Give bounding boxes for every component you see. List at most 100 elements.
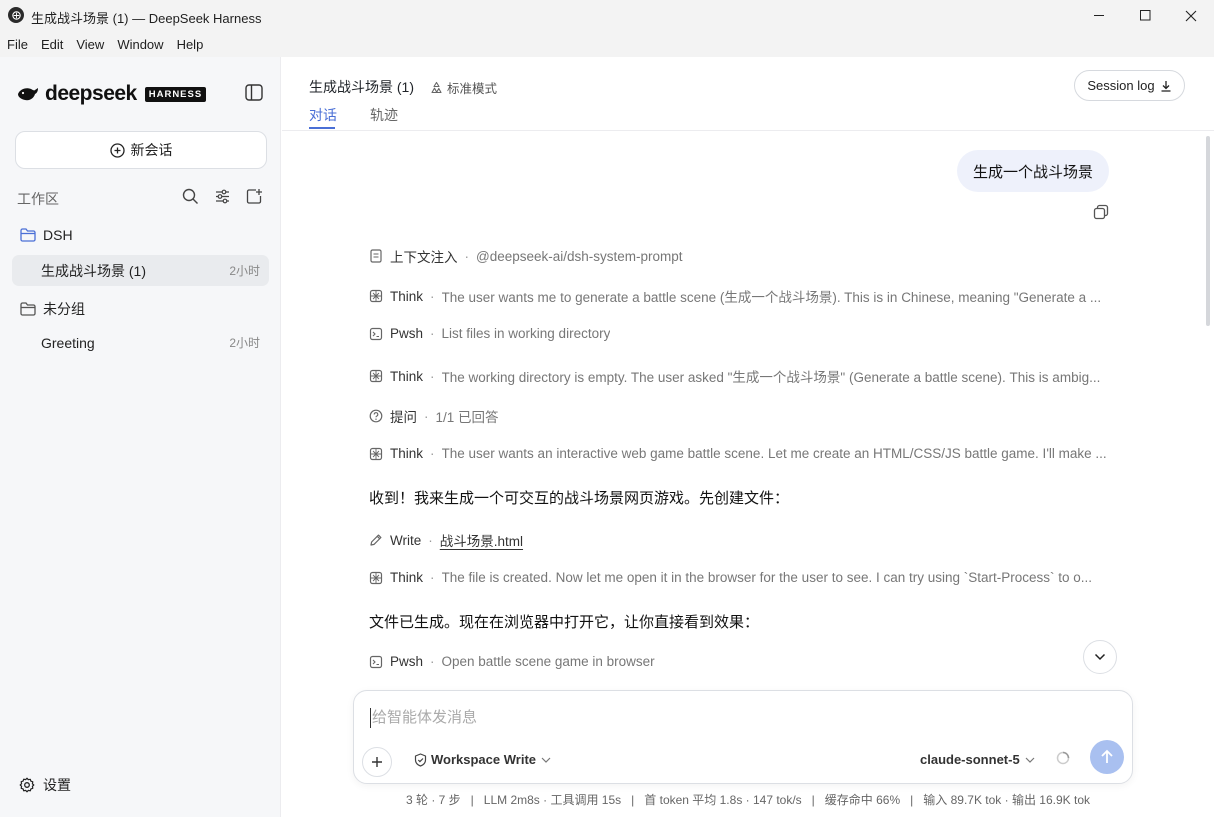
search-icon — [182, 188, 198, 204]
loading-ring-icon — [1056, 751, 1070, 765]
assistant-message: 文件已生成。现在在浏览器中打开它，让你直接看到效果： — [369, 614, 760, 631]
group-dsh[interactable]: DSH — [20, 227, 73, 243]
model-select[interactable]: claude-sonnet-5 — [920, 752, 1035, 767]
mode-label: 标准模式 — [447, 82, 498, 96]
send-button[interactable] — [1090, 740, 1124, 774]
title-bar: 生成战斗场景 (1) — DeepSeek Harness — [0, 0, 1214, 31]
session-log-label: Session log — [1087, 78, 1155, 93]
think-icon — [369, 369, 383, 383]
chevron-down-icon — [1094, 653, 1106, 661]
step-kind: 提问 — [390, 410, 417, 425]
page-title: 生成战斗场景 (1) — [309, 79, 414, 95]
maximize-button[interactable] — [1122, 0, 1168, 31]
step-think[interactable]: Think · The file is created. Now let me o… — [369, 570, 1129, 585]
copy-button[interactable] — [1093, 204, 1109, 225]
step-detail: The file is created. Now let me open it … — [441, 570, 1093, 585]
menu-view[interactable]: View — [76, 37, 104, 52]
folder-icon — [20, 228, 36, 242]
step-write[interactable]: Write · 战斗场景.html — [369, 530, 1129, 550]
group-name: DSH — [43, 227, 73, 243]
step-detail: @deepseek-ai/dsh-system-prompt — [476, 248, 683, 264]
question-icon — [369, 409, 383, 423]
context-usage-indicator — [1056, 751, 1070, 770]
new-chat-label: 新会话 — [130, 142, 173, 158]
folder-icon — [20, 302, 36, 316]
message-input[interactable]: 给智能体发消息 — [370, 708, 477, 728]
window-title: 生成战斗场景 (1) — DeepSeek Harness — [31, 11, 262, 26]
step-kind: Think — [390, 288, 424, 304]
workspace-label: 工作区 — [17, 191, 59, 207]
folder-plus-icon — [246, 189, 262, 204]
permission-select[interactable]: Workspace Write — [414, 752, 555, 767]
download-icon — [1161, 80, 1171, 92]
assistant-message: 收到！我来生成一个可交互的战斗场景网页游戏。先创建文件： — [369, 490, 790, 507]
group-name: 未分组 — [43, 301, 85, 317]
plus-icon — [372, 757, 382, 767]
plus-circle-icon — [109, 142, 125, 158]
sliders-icon — [216, 189, 229, 204]
step-detail: The user wants an interactive web game b… — [441, 446, 1107, 461]
gear-icon — [19, 777, 35, 793]
conversation-title: Greeting — [41, 334, 95, 351]
step-think[interactable]: Think · The working directory is empty. T… — [369, 366, 1129, 386]
step-question[interactable]: 提问 · 1/1 已回答 — [369, 406, 1129, 426]
settings-label: 设置 — [43, 777, 71, 793]
conversation-item[interactable]: 生成战斗场景 (1) 2小时 — [12, 255, 269, 286]
conversation-item[interactable]: Greeting 2小时 — [12, 327, 269, 358]
recycle-icon — [431, 81, 442, 94]
close-button[interactable] — [1168, 0, 1214, 31]
menu-file[interactable]: File — [7, 37, 28, 52]
user-message-text: 生成一个战斗场景 — [973, 163, 1094, 181]
conversation-time: 2小时 — [229, 336, 260, 350]
app-icon — [8, 7, 24, 23]
conversation-time: 2小时 — [229, 264, 260, 278]
filter-button[interactable] — [214, 188, 231, 210]
step-think[interactable]: Think · The user wants me to generate a b… — [369, 286, 1129, 306]
think-icon — [369, 447, 383, 460]
sidebar: deepseek HARNESS 新会话 工作区 DSH 生成战斗场景 (1) … — [0, 57, 281, 817]
search-button[interactable] — [182, 188, 199, 210]
minimize-button[interactable] — [1076, 0, 1122, 31]
logo-text: deepseek — [45, 82, 137, 105]
step-kind: Think — [390, 368, 424, 384]
step-detail: List files in working directory — [441, 326, 611, 341]
scroll-to-bottom-button[interactable] — [1083, 640, 1117, 674]
new-chat-button[interactable]: 新会话 — [15, 131, 267, 169]
toggle-sidebar-button[interactable] — [245, 84, 263, 106]
session-log-button[interactable]: Session log — [1074, 70, 1185, 101]
mode-indicator[interactable]: 标准模式 — [430, 78, 497, 97]
sidebar-toggle-icon — [245, 84, 263, 101]
think-icon — [369, 571, 383, 584]
terminal-icon — [369, 327, 383, 340]
model-label: claude-sonnet-5 — [920, 752, 1020, 767]
scrollbar[interactable] — [1206, 136, 1210, 326]
pencil-icon — [370, 534, 382, 546]
conversation-title: 生成战斗场景 (1) — [41, 262, 146, 279]
tab-trace[interactable]: 轨迹 — [370, 105, 398, 125]
group-ungrouped[interactable]: 未分组 — [20, 299, 85, 319]
step-detail: Open battle scene game in browser — [441, 654, 655, 669]
menu-window[interactable]: Window — [117, 37, 163, 52]
step-detail: The user wants me to generate a battle s… — [441, 290, 1102, 305]
step-kind: Pwsh — [390, 654, 424, 669]
settings-button[interactable]: 设置 — [19, 775, 71, 795]
chevron-down-icon — [541, 757, 551, 763]
step-think[interactable]: Think · The user wants an interactive web… — [369, 446, 1129, 461]
step-kind: 上下文注入 — [390, 250, 458, 265]
attach-button[interactable] — [362, 747, 392, 777]
step-context[interactable]: 上下文注入 · @deepseek-ai/dsh-system-prompt — [369, 246, 1129, 266]
tab-conversation[interactable]: 对话 — [309, 105, 337, 125]
new-folder-button[interactable] — [246, 188, 263, 210]
arrow-up-icon — [1101, 749, 1113, 763]
menu-edit[interactable]: Edit — [41, 37, 63, 52]
menu-help[interactable]: Help — [177, 37, 204, 52]
permission-label: Workspace Write — [431, 752, 537, 767]
step-pwsh[interactable]: Pwsh · Open battle scene game in browser — [369, 654, 1129, 669]
terminal-icon — [369, 655, 383, 668]
think-icon — [369, 289, 383, 303]
step-pwsh[interactable]: Pwsh · List files in working directory — [369, 326, 1129, 341]
file-link[interactable]: 战斗场景.html — [440, 530, 523, 550]
step-kind: Pwsh — [390, 326, 424, 341]
composer: 给智能体发消息 Workspace Write claude-sonnet-5 — [353, 690, 1133, 784]
stats-bar: 3 轮 · 7 步 | LLM 2m8s · 工具调用 15s | 首 toke… — [405, 793, 1091, 807]
